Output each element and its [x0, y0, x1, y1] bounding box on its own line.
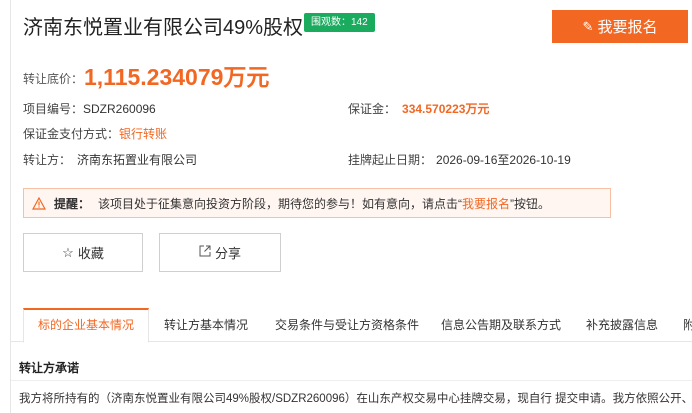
- payment-label: 保证金支付方式：: [23, 127, 120, 141]
- project-no-row: 项目编号：SDZR260096: [23, 100, 156, 117]
- tab-target-company[interactable]: 标的企业基本情况: [23, 308, 149, 343]
- page-title: 济南东悦置业有限公司49%股权: [23, 17, 304, 39]
- price-value: 1,115.234079万元: [84, 64, 270, 90]
- share-label: 分享: [214, 246, 241, 261]
- tab-more[interactable]: 附: [683, 308, 692, 342]
- listing-dates-row: 挂牌起止日期： 2026-09-16至2026-10-19: [348, 151, 571, 168]
- notice-banner: 提醒： 该项目处于征集意向投资方阶段，期待您的参与！如有意向，请点击“ 我要报名”…: [23, 188, 611, 218]
- signup-button[interactable]: ✎ 我要报名: [552, 10, 688, 43]
- favorite-button[interactable]: ☆ 收藏: [23, 233, 143, 272]
- signup-button-label: 我要报名: [597, 19, 658, 36]
- section-title: 转让方承诺: [11, 355, 692, 381]
- notice-label: 提醒：: [54, 196, 91, 211]
- pencil-icon: ✎: [582, 18, 594, 34]
- transferor-row: 转让方： 济南东拓置业有限公司: [23, 151, 197, 168]
- transferor-value: 济南东拓置业有限公司: [77, 153, 198, 167]
- project-detail-panel: 济南东悦置业有限公司49%股权 围观数：142 ✎ 我要报名 转让底价： 1,1…: [10, 0, 692, 413]
- notice-signup-link[interactable]: 我要报名: [462, 195, 510, 212]
- project-no-label: 项目编号：: [23, 102, 84, 116]
- views-badge: 围观数：142: [304, 13, 375, 32]
- share-icon: [199, 245, 211, 260]
- transferor-label: 转让方：: [23, 153, 72, 167]
- project-no-value: SDZR260096: [83, 102, 156, 116]
- tab-announcement[interactable]: 信息公告期及联系方式: [439, 308, 563, 342]
- warning-icon: [31, 196, 47, 210]
- listing-dates-label: 挂牌起止日期：: [348, 153, 433, 167]
- deposit-label: 保证金：: [348, 102, 397, 116]
- price-label: 转让底价：: [23, 72, 84, 86]
- listing-dates-value: 2026-09-16至2026-10-19: [436, 153, 571, 167]
- deposit-value: 334.570223万元: [402, 102, 490, 116]
- notice-text-end: ”按钮。: [510, 196, 551, 211]
- section-text: 我方将所持有的（济南东悦置业有限公司49%股权/SDZR260096）在山东产权…: [19, 393, 692, 405]
- share-button[interactable]: 分享: [159, 233, 281, 272]
- payment-row: 保证金支付方式：银行转账: [23, 125, 167, 142]
- tab-supplementary[interactable]: 补充披露信息: [584, 308, 660, 342]
- tab-transferor[interactable]: 转让方基本情况: [161, 308, 251, 342]
- notice-text: 该项目处于征集意向投资方阶段，期待您的参与！如有意向，请点击“: [98, 196, 463, 211]
- star-icon: ☆: [62, 244, 74, 260]
- payment-value: 银行转账: [119, 127, 168, 141]
- deposit-row: 保证金： 334.570223万元: [348, 100, 489, 117]
- favorite-label: 收藏: [77, 246, 104, 261]
- detail-tabs: 标的企业基本情况 转让方基本情况 交易条件与受让方资格条件 信息公告期及联系方式…: [11, 308, 692, 343]
- tab-trading-conditions[interactable]: 交易条件与受让方资格条件: [273, 308, 421, 342]
